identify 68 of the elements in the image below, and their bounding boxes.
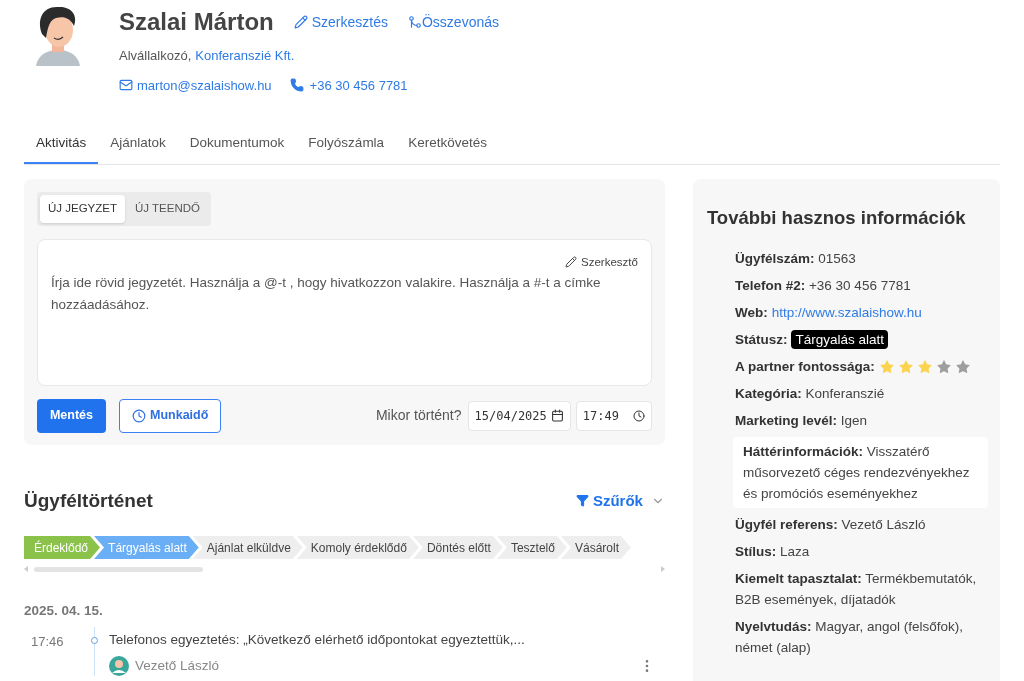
- when-label: Mikor történt?: [375, 406, 462, 425]
- filter-button[interactable]: Szűrők: [575, 489, 665, 512]
- info-text: Ügyfélszám: 01563: [734, 250, 857, 268]
- time-value: 17:49: [582, 407, 619, 425]
- contact-name: Szalai Márton: [119, 7, 274, 37]
- user-avatar-icon: [109, 655, 129, 676]
- clock-icon: [132, 408, 146, 423]
- edit-link[interactable]: Szerkesztés: [293, 11, 388, 33]
- tab[interactable]: Folyószámla: [296, 133, 397, 165]
- company-link[interactable]: Konferanszié Kft.: [195, 46, 295, 66]
- note-editor[interactable]: Szerkesztő Írja ide rövid jegyzetét. Használja a @-t , hogy hivatkozzon valakire. Használja a #-t a címke hozzáadásához.: [37, 238, 652, 386]
- info-label: Státusz:: [734, 331, 788, 349]
- scrollbar-thumb[interactable]: [34, 566, 203, 572]
- info-label: A partner fontossága:: [734, 358, 875, 376]
- save-button[interactable]: Mentés: [37, 398, 106, 433]
- star-icon: [954, 358, 971, 375]
- worktime-button[interactable]: Munkaidő: [119, 398, 222, 433]
- phone-link[interactable]: +36 30 456 7781: [289, 75, 408, 95]
- info-text: Telefon #2: +36 30 456 7781: [734, 277, 912, 295]
- star-icon: [935, 358, 952, 375]
- info-text: Kategória: Konferanszié: [734, 385, 886, 403]
- background-info-card: Háttérinformációk: Visszatérő műsorvezető céges rendezvényekhez és promóciós eseményekhez: [732, 437, 988, 508]
- scroll-right-icon[interactable]: [660, 566, 665, 572]
- info-title: További hasznos információk: [706, 206, 967, 231]
- editor-link[interactable]: Szerkesztő: [565, 253, 638, 271]
- status-badge: Tárgyalás alatt: [791, 330, 888, 349]
- clock-icon: [632, 409, 645, 422]
- info-text: Kiemelt tapasztalat: Termékbemutatók, B2B események, díjatadók: [734, 570, 978, 609]
- history-title: Ügyféltörténet: [24, 488, 153, 513]
- info-text: Ügyfél referens: Vezető László: [734, 516, 927, 534]
- pipeline-stage[interactable]: Ajánlat elküldve: [192, 536, 303, 559]
- info-label: Web:: [734, 304, 768, 322]
- note-placeholder: Írja ide rövid jegyzetét. Használja a @-t , hogy hivatkozzon valakire. Használja a #-t a címke hozzáadásához.: [51, 273, 602, 314]
- entry-time: 17:46: [30, 633, 65, 652]
- merge-link[interactable]: Összevonás: [407, 11, 499, 33]
- date-field[interactable]: 15/04/2025: [467, 400, 571, 431]
- tab[interactable]: Aktivitás: [24, 133, 99, 165]
- tab[interactable]: Dokumentumok: [177, 133, 297, 165]
- mail-icon: [119, 78, 133, 93]
- star-icon: [916, 358, 933, 375]
- pipeline-stage[interactable]: Tesztelő: [496, 536, 567, 559]
- pipeline-stage[interactable]: Komoly érdeklődő: [296, 536, 419, 559]
- info-text: Nyelvtudás: Magyar, angol (felsőfok), német (alap): [734, 618, 965, 657]
- website-link[interactable]: http://www.szalaishow.hu: [771, 302, 922, 323]
- mode-tab[interactable]: ÚJ JEGYZET: [40, 195, 125, 223]
- scroll-left-icon[interactable]: [24, 566, 28, 572]
- star-icon: [897, 358, 914, 375]
- date-value: 15/04/2025: [474, 407, 547, 425]
- tab[interactable]: Keretkövetés: [396, 133, 499, 165]
- email-link[interactable]: marton@szalaishow.hu: [119, 75, 272, 95]
- pencil-icon: [293, 15, 308, 29]
- phone-icon: [289, 78, 304, 93]
- info-text: Stílus: Laza: [734, 543, 811, 561]
- pencil-icon: [565, 256, 578, 269]
- tab[interactable]: Ajánlatok: [98, 133, 178, 165]
- pipeline-stage[interactable]: Vásárolt: [560, 536, 631, 559]
- entry-author: Vezető László: [135, 656, 220, 675]
- merge-icon: [407, 15, 422, 29]
- calendar-icon: [550, 409, 564, 422]
- filter-icon: [575, 494, 589, 508]
- time-field[interactable]: 17:49: [575, 400, 652, 431]
- history-date: 2025. 04. 15.: [24, 602, 104, 620]
- info-text: Marketing levél: Igen: [734, 412, 868, 430]
- mode-tab[interactable]: ÚJ TEENDŐ: [127, 195, 208, 223]
- role-text: Alvállalkozó,: [119, 47, 192, 65]
- star-icon: [878, 358, 895, 375]
- entry-text: Telefonos egyeztetés: „Következő elérhető időpontokat egyeztettük,...: [109, 631, 526, 650]
- pipeline-stage[interactable]: Döntés előtt: [412, 536, 503, 559]
